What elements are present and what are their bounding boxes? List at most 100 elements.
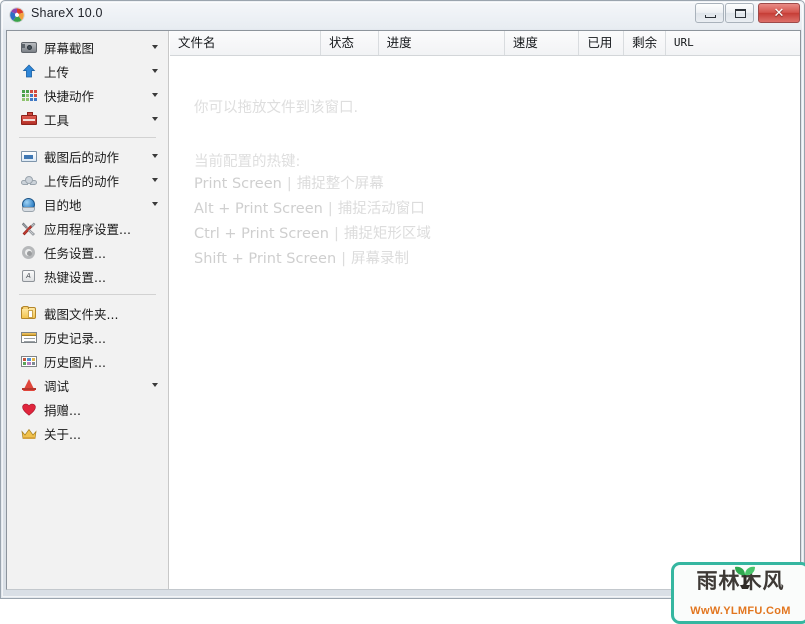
camera-icon xyxy=(21,39,37,55)
sidebar-item-app-settings[interactable]: 应用程序设置... xyxy=(11,216,164,240)
task-list-body[interactable]: 你可以拖放文件到该窗口. 当前配置的热键: Print Screen | 捕捉整个屏… xyxy=(170,56,805,624)
hotkey-keys: Alt + Print Screen xyxy=(194,201,323,217)
sidebar-item-donate[interactable]: 捐赠... xyxy=(11,397,164,421)
sidebar-item-label: 工具 xyxy=(44,112,70,128)
toolbox-icon xyxy=(21,111,37,127)
chevron-down-icon[interactable] xyxy=(152,202,158,206)
sidebar-item-hotkey-settings[interactable]: A 热键设置... xyxy=(11,264,164,288)
hotkeys-hint-list: Print Screen | 捕捉整个屏幕 Alt + Print Screen | 捕… xyxy=(194,172,431,272)
hotkey-description: 捕捉整个屏幕 xyxy=(296,176,384,192)
sidebar-item-label: 截图文件夹... xyxy=(44,306,119,322)
history-window-icon xyxy=(21,329,37,345)
sidebar-item-label: 热键设置... xyxy=(44,269,106,285)
site-watermark: 雨林木风 WwW.YLMFU.CoM xyxy=(671,562,805,624)
sidebar-item-label: 快捷动作 xyxy=(44,88,95,104)
sidebar-item-label: 历史记录... xyxy=(44,330,106,346)
after-capture-icon xyxy=(21,148,37,164)
dropzone-hint: 你可以拖放文件到该窗口. xyxy=(194,100,359,116)
chevron-down-icon[interactable] xyxy=(152,69,158,73)
sidebar-item-capture[interactable]: 屏幕截图 xyxy=(11,35,164,59)
column-header-url[interactable]: URL xyxy=(666,31,800,55)
client-area: 屏幕截图 上传 快捷动作 工具 截图后的动作 上传后的动作 目的地 应用程序设置… xyxy=(6,30,805,624)
green-sprout-icon xyxy=(735,566,755,589)
watermark-url: WwW.YLMFU.CoM xyxy=(690,605,791,617)
sidebar-item-after-capture[interactable]: 截图后的动作 xyxy=(11,144,164,168)
sidebar-item-about[interactable]: 关于... xyxy=(11,421,164,445)
maximize-icon xyxy=(735,9,746,18)
hotkey-description: 捕捉活动窗口 xyxy=(337,201,425,217)
sidebar-item-label: 目的地 xyxy=(44,197,82,213)
hotkey-separator: | xyxy=(286,176,292,192)
tools-cross-icon xyxy=(21,220,37,236)
window-title: ShareX 10.0 xyxy=(31,6,103,20)
sidebar-separator xyxy=(19,294,156,295)
sidebar-item-debug[interactable]: 调试 xyxy=(11,373,164,397)
hotkey-description: 屏幕录制 xyxy=(351,251,410,267)
chevron-down-icon[interactable] xyxy=(152,154,158,158)
sidebar-item-label: 关于... xyxy=(44,426,81,442)
hotkey-line: Ctrl + Print Screen | 捕捉矩形区域 xyxy=(194,222,431,247)
image-thumbnails-icon xyxy=(21,353,37,369)
grid-squares-icon xyxy=(21,87,37,103)
sidebar-item-task-settings[interactable]: 任务设置... xyxy=(11,240,164,264)
hotkey-description: 捕捉矩形区域 xyxy=(343,226,431,242)
traffic-cone-icon xyxy=(21,377,37,393)
sidebar-item-tools[interactable]: 工具 xyxy=(11,107,164,131)
sharex-logo-icon xyxy=(9,7,25,23)
hotkey-separator: | xyxy=(341,251,347,267)
hotkey-keys: Print Screen xyxy=(194,176,282,192)
chevron-down-icon[interactable] xyxy=(152,383,158,387)
hotkeys-hint-title: 当前配置的热键: xyxy=(194,154,301,170)
task-list-header: 文件名 状态 进度 速度 已用 剩余 URL xyxy=(170,31,800,56)
hotkey-separator: | xyxy=(327,201,333,217)
sidebar-item-quick-actions[interactable]: 快捷动作 xyxy=(11,83,164,107)
sidebar-item-screenshots-folder[interactable]: 截图文件夹... xyxy=(11,301,164,325)
minimize-icon xyxy=(705,15,716,18)
app-window: ShareX 10.0 ✕ 屏幕截图 上传 快捷动作 工具 截图后的动作 上传后… xyxy=(0,0,805,624)
chevron-down-icon[interactable] xyxy=(152,117,158,121)
sidebar-item-label: 历史图片... xyxy=(44,354,106,370)
sidebar-item-history[interactable]: 历史记录... xyxy=(11,325,164,349)
sidebar-item-label: 截图后的动作 xyxy=(44,149,120,165)
sidebar-item-label: 上传后的动作 xyxy=(44,173,120,189)
sidebar-item-label: 上传 xyxy=(44,64,70,80)
hotkey-line: Alt + Print Screen | 捕捉活动窗口 xyxy=(194,197,431,222)
title-bar[interactable]: ShareX 10.0 ✕ xyxy=(1,1,804,29)
hotkey-separator: | xyxy=(333,226,339,242)
sidebar-item-destinations[interactable]: 目的地 xyxy=(11,192,164,216)
sidebar-separator xyxy=(19,137,156,138)
close-button[interactable]: ✕ xyxy=(758,3,800,23)
sidebar: 屏幕截图 上传 快捷动作 工具 截图后的动作 上传后的动作 目的地 应用程序设置… xyxy=(7,31,169,589)
gear-icon xyxy=(21,244,37,260)
chevron-down-icon[interactable] xyxy=(152,45,158,49)
sidebar-item-label: 捐赠... xyxy=(44,402,81,418)
keyboard-key-icon: A xyxy=(21,268,37,284)
column-header-elapsed[interactable]: 已用 xyxy=(579,31,625,55)
chevron-down-icon[interactable] xyxy=(152,178,158,182)
heart-icon xyxy=(21,401,37,417)
column-header-speed[interactable]: 速度 xyxy=(505,31,580,55)
column-header-progress[interactable]: 进度 xyxy=(379,31,505,55)
close-icon: ✕ xyxy=(773,5,785,20)
sidebar-item-upload[interactable]: 上传 xyxy=(11,59,164,83)
sidebar-item-image-history[interactable]: 历史图片... xyxy=(11,349,164,373)
hotkey-line: Shift + Print Screen | 屏幕录制 xyxy=(194,247,431,272)
task-list-panel: 文件名 状态 进度 速度 已用 剩余 URL 你可以拖放文件到该窗口. 当前配置… xyxy=(170,31,805,624)
sidebar-item-label: 应用程序设置... xyxy=(44,221,131,237)
minimize-button[interactable] xyxy=(695,3,724,23)
maximize-button[interactable] xyxy=(725,3,754,23)
sidebar-item-after-upload[interactable]: 上传后的动作 xyxy=(11,168,164,192)
upload-arrow-icon xyxy=(21,63,37,79)
hotkey-keys: Ctrl + Print Screen xyxy=(194,226,329,242)
column-header-status[interactable]: 状态 xyxy=(321,31,379,55)
chevron-down-icon[interactable] xyxy=(152,93,158,97)
hotkey-keys: Shift + Print Screen xyxy=(194,251,337,267)
sidebar-item-label: 调试 xyxy=(44,378,70,394)
sidebar-item-label: 屏幕截图 xyxy=(44,40,95,56)
sidebar-item-label: 任务设置... xyxy=(44,245,106,261)
column-header-remaining[interactable]: 剩余 xyxy=(624,31,666,55)
folder-icon xyxy=(21,305,37,321)
cloud-icon xyxy=(21,172,37,188)
globe-icon xyxy=(21,196,37,212)
column-header-filename[interactable]: 文件名 xyxy=(170,31,321,55)
